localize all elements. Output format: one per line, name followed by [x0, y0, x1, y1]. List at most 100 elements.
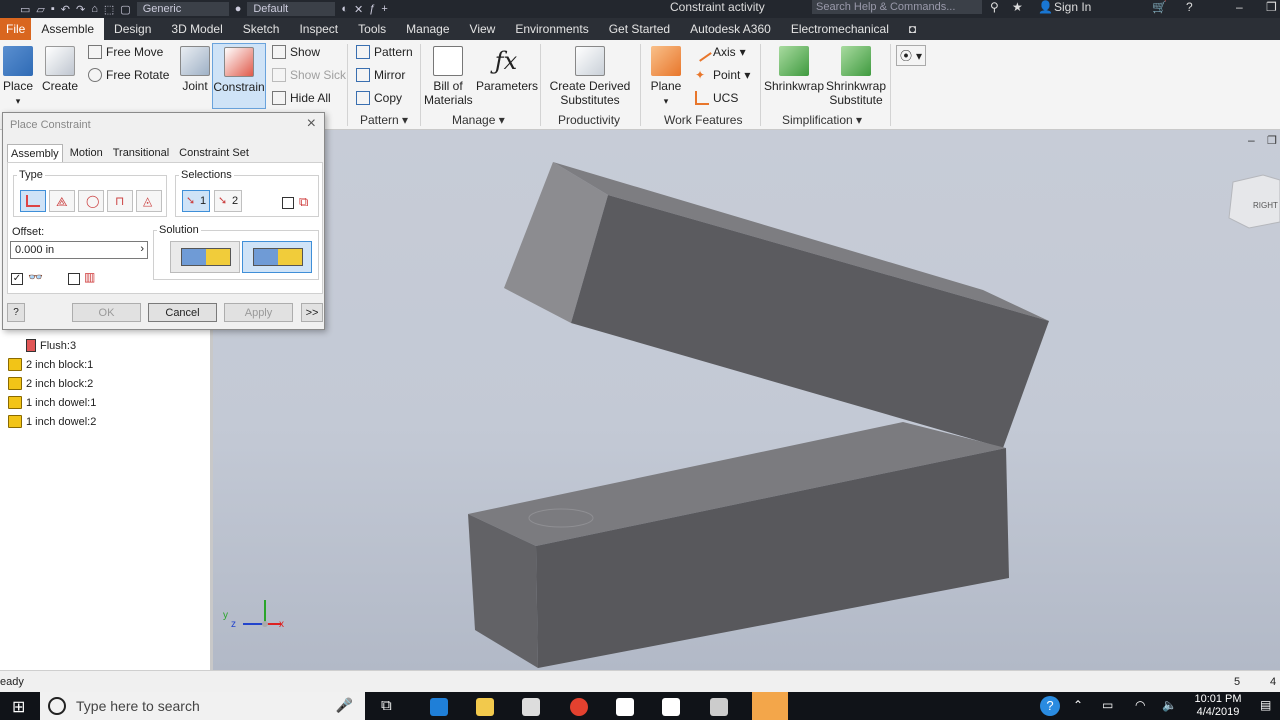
free-rotate-button[interactable]: Free Rotate: [88, 68, 169, 82]
mail-icon[interactable]: [710, 698, 728, 716]
list-item[interactable]: 2 inch block:1: [8, 358, 93, 371]
list-item[interactable]: 2 inch block:2: [8, 377, 93, 390]
axis-button[interactable]: Axis ▾: [692, 42, 746, 62]
parameters-button[interactable]: ƒx Parameters: [476, 46, 538, 93]
clock[interactable]: 10:01 PM 4/4/2019: [1190, 693, 1246, 719]
ribbon-options-icon[interactable]: ◘: [899, 18, 926, 40]
shrinkwrap-button[interactable]: Shrinkwrap: [764, 46, 824, 93]
viewport-minimize-icon[interactable]: –: [1248, 133, 1255, 147]
create-derived-substitutes-button[interactable]: Create Derived Substitutes: [546, 46, 634, 107]
point-button[interactable]: ✦ Point ▾: [695, 68, 750, 82]
panel-simplification-label[interactable]: Simplification ▾: [782, 113, 862, 127]
open-icon[interactable]: ▱: [36, 3, 44, 16]
tab-electromechanical[interactable]: Electromechanical: [781, 18, 899, 40]
ribbon-customize-button[interactable]: ⦿ ▾: [896, 45, 927, 66]
chrome-icon[interactable]: [570, 698, 588, 716]
tab-tools[interactable]: Tools: [348, 18, 396, 40]
inventor-taskbar-icon[interactable]: [752, 692, 788, 720]
help-tray-icon[interactable]: ?: [1040, 696, 1060, 716]
home-icon[interactable]: ⌂: [91, 3, 98, 15]
list-item[interactable]: Flush:3: [26, 339, 76, 352]
tab-autodesk-a360[interactable]: Autodesk A360: [680, 18, 781, 40]
tab-assembly[interactable]: Assembly: [7, 144, 63, 163]
close-icon[interactable]: ×: [307, 115, 316, 133]
list-item[interactable]: 1 inch dowel:1: [8, 396, 96, 409]
tab-design[interactable]: Design: [104, 18, 161, 40]
place-button[interactable]: Place ▾: [2, 46, 34, 108]
tab-file[interactable]: File: [0, 18, 32, 40]
tab-motion[interactable]: Motion: [67, 144, 106, 163]
mirror-button[interactable]: Mirror: [356, 68, 405, 82]
appearance-dropdown[interactable]: Default: [247, 2, 336, 16]
battery-icon[interactable]: ▭: [1102, 698, 1113, 712]
shrinkwrap-substitute-button[interactable]: Shrinkwrap Substitute: [826, 46, 886, 107]
taskbar-search-input[interactable]: Type here to search 🎤: [40, 692, 365, 720]
plane-button[interactable]: Plane ▾: [646, 46, 686, 108]
insert-type-button[interactable]: ⊓: [107, 190, 133, 212]
save-icon[interactable]: ▪: [51, 3, 55, 15]
flush-solution-button[interactable]: [242, 241, 312, 273]
offset-input[interactable]: 0.000 in ›: [10, 241, 148, 259]
microphone-icon[interactable]: 🎤: [336, 697, 353, 714]
help-icon[interactable]: ?: [1186, 0, 1193, 14]
cancel-button[interactable]: Cancel: [148, 303, 217, 322]
create-button[interactable]: Create: [42, 46, 78, 93]
tab-transitional[interactable]: Transitional: [110, 144, 172, 163]
tangent-type-button[interactable]: ◯: [78, 190, 104, 212]
joint-button[interactable]: Joint: [178, 46, 212, 93]
list-item[interactable]: 1 inch dowel:2: [8, 415, 96, 428]
tab-environments[interactable]: Environments: [505, 18, 598, 40]
user-icon[interactable]: 👤: [1038, 0, 1053, 14]
amazon-icon[interactable]: [662, 698, 680, 716]
wifi-icon[interactable]: ◠: [1135, 698, 1145, 712]
mate-solution-button[interactable]: [170, 241, 240, 273]
tab-get-started[interactable]: Get Started: [599, 18, 680, 40]
sign-in-link[interactable]: Sign In: [1054, 0, 1091, 14]
dropbox-icon[interactable]: [616, 698, 634, 716]
hide-all-button[interactable]: Hide All: [272, 91, 331, 105]
tab-sketch[interactable]: Sketch: [233, 18, 290, 40]
graphics-viewport[interactable]: RIGHT – ❐ y z x: [213, 130, 1280, 670]
copy-button[interactable]: Copy: [356, 91, 402, 105]
undo-icon[interactable]: ↶: [61, 3, 70, 16]
apply-button[interactable]: Apply: [224, 303, 293, 322]
symmetry-type-button[interactable]: ◬: [136, 190, 162, 212]
help-search-input[interactable]: Search Help & Commands...: [812, 0, 982, 14]
pick-part-first-checkbox[interactable]: [282, 197, 294, 209]
file-explorer-icon[interactable]: [476, 698, 494, 716]
more-options-button[interactable]: >>: [301, 303, 323, 322]
tab-constraint-set[interactable]: Constraint Set: [176, 144, 252, 163]
store-icon[interactable]: [522, 698, 540, 716]
angle-type-button[interactable]: ⟁: [49, 190, 75, 212]
viewport-restore-icon[interactable]: ❐: [1267, 135, 1277, 147]
show-preview-checkbox[interactable]: ✓: [11, 273, 23, 285]
fx-icon[interactable]: ƒ: [369, 3, 375, 15]
material-dropdown[interactable]: Generic: [136, 2, 229, 16]
restore-icon[interactable]: ❐: [1266, 0, 1277, 14]
help-button[interactable]: ?: [7, 303, 25, 322]
volume-icon[interactable]: 🔈: [1162, 698, 1177, 712]
tab-manage[interactable]: Manage: [396, 18, 459, 40]
adjust-icon[interactable]: ◐: [341, 3, 348, 15]
tab-3d-model[interactable]: 3D Model: [161, 18, 232, 40]
ucs-button[interactable]: UCS: [695, 91, 738, 105]
show-button[interactable]: Show: [272, 45, 320, 59]
clear-icon[interactable]: ✕: [354, 3, 363, 16]
tab-inspect[interactable]: Inspect: [289, 18, 348, 40]
task-view-icon[interactable]: ⧉: [381, 697, 392, 714]
upper-block-front-face[interactable]: [571, 195, 1049, 448]
predict-offset-checkbox[interactable]: [68, 273, 80, 285]
select-icon[interactable]: ⬚: [104, 3, 114, 16]
pattern-button[interactable]: Pattern: [356, 45, 413, 59]
chevron-up-icon[interactable]: ⌃: [1073, 698, 1083, 712]
show-sick-button[interactable]: Show Sick: [272, 68, 346, 82]
notification-icon[interactable]: ▤: [1260, 698, 1271, 712]
tab-assemble[interactable]: Assemble: [31, 18, 105, 40]
selection-2-button[interactable]: ➘ 2: [214, 190, 242, 212]
star-icon[interactable]: ★: [1012, 0, 1023, 14]
binoculars-icon[interactable]: ⚲: [990, 0, 999, 14]
redo-icon[interactable]: ↷: [76, 3, 85, 16]
ok-button[interactable]: OK: [72, 303, 141, 322]
bom-button[interactable]: Bill of Materials: [424, 46, 473, 107]
new-icon[interactable]: ▭: [20, 3, 30, 16]
